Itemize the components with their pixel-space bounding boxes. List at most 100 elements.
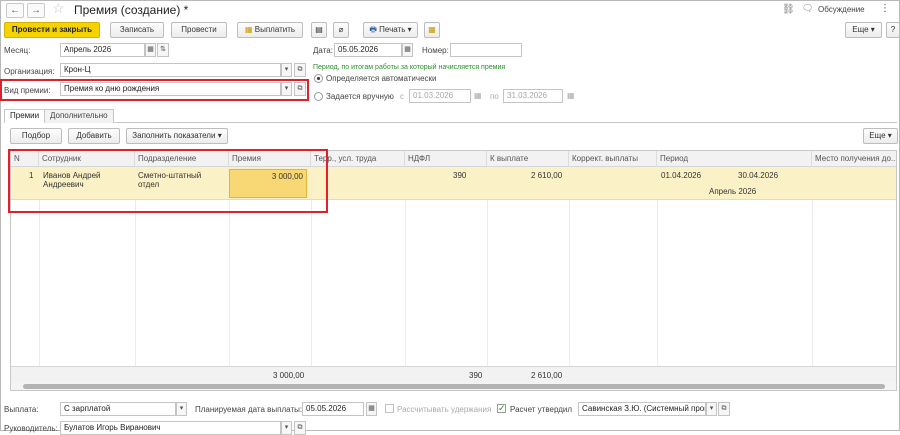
- radio-manual[interactable]: [314, 92, 323, 101]
- from-date-field[interactable]: 01.03.2026: [409, 89, 471, 103]
- add-button[interactable]: Добавить: [68, 128, 120, 144]
- discussion-link[interactable]: Обсуждение: [818, 5, 865, 14]
- tab-additional[interactable]: Дополнительно: [44, 109, 114, 123]
- back-arrow-icon: ←: [10, 5, 20, 16]
- month-stepper-icon[interactable]: ⇅: [157, 43, 169, 57]
- more-label: Еще: [852, 25, 869, 34]
- payout-field[interactable]: С зарплатой: [60, 402, 176, 416]
- tabs-divider: [4, 122, 897, 123]
- col-place[interactable]: Место получения до...: [812, 151, 896, 167]
- chevron-down-icon[interactable]: ▾: [281, 63, 292, 77]
- manager-label: Руководитель:: [4, 424, 58, 433]
- favorite-star-icon[interactable]: ☆: [52, 0, 65, 17]
- forward-arrow-icon: →: [31, 5, 41, 16]
- chat-icon[interactable]: 🗨: [802, 3, 813, 14]
- annotation-highlight-table-row: [8, 149, 328, 213]
- back-button[interactable]: ←: [6, 3, 24, 18]
- tab-bonuses[interactable]: Премии: [4, 109, 46, 123]
- radio-auto-label: Определяется автоматически: [326, 74, 437, 83]
- col-payout[interactable]: К выплате: [487, 151, 569, 167]
- chevron-down-icon: ▾: [407, 25, 412, 34]
- bonus-type-field[interactable]: Премия ко дню рождения: [60, 82, 281, 96]
- col-ndfl[interactable]: НДФЛ: [405, 151, 487, 167]
- window-title: Премия (создание) *: [74, 3, 189, 17]
- chevron-down-icon: ▾: [217, 131, 222, 140]
- approver-field[interactable]: Савинская З.Ю. (Системный прог: [578, 402, 706, 416]
- post-and-close-button[interactable]: Провести и закрыть: [4, 22, 100, 38]
- planned-date-label: Планируемая дата выплаты:: [195, 405, 303, 414]
- to-date-field[interactable]: 31.03.2026: [503, 89, 563, 103]
- col-period[interactable]: Период: [657, 151, 812, 167]
- radio-auto[interactable]: [314, 74, 323, 83]
- attachment-button[interactable]: ⌀: [333, 22, 349, 38]
- report-button[interactable]: ▦: [424, 22, 440, 38]
- period-to: 30.04.2026: [738, 171, 779, 180]
- month-label: Месяц:: [4, 46, 31, 55]
- save-button[interactable]: Записать: [110, 22, 164, 38]
- total-bonus: 3 000,00: [273, 371, 305, 380]
- chevron-down-icon: ▾: [887, 131, 892, 140]
- open-icon[interactable]: ⧉: [718, 402, 730, 416]
- fill-indicators-button[interactable]: Заполнить показатели ▾: [126, 128, 228, 144]
- open-icon[interactable]: ⧉: [294, 82, 306, 96]
- manager-field[interactable]: Булатов Игорь Виранович: [60, 421, 281, 435]
- more-button[interactable]: Еще ▾: [845, 22, 882, 38]
- date-field[interactable]: 05.05.2026: [334, 43, 402, 57]
- help-button[interactable]: ?: [886, 22, 900, 38]
- col-correction[interactable]: Коррект. выплаты: [569, 151, 657, 167]
- period-note: Период, по итогам работы за который начи…: [313, 64, 506, 71]
- calc-approved-checkbox[interactable]: ✓: [497, 404, 506, 413]
- calc-approved-label: Расчет утвердил: [510, 405, 573, 414]
- printer-icon: 🖶: [369, 25, 377, 34]
- paperclip-icon: ⌀: [338, 25, 344, 34]
- payout-value: 2 610,00: [531, 171, 563, 180]
- open-icon[interactable]: ⧉: [294, 63, 306, 77]
- table-more-button[interactable]: Еще ▾: [863, 128, 898, 144]
- number-field[interactable]: [450, 43, 522, 57]
- chevron-down-icon: ▾: [870, 25, 875, 34]
- total-ndfl: 390: [469, 371, 483, 380]
- pay-icon: ▦: [244, 25, 253, 34]
- more-menu-icon[interactable]: ⋮: [880, 3, 890, 14]
- open-icon[interactable]: ⧉: [294, 421, 306, 435]
- print-label: Печать: [379, 25, 406, 34]
- ndfl-value: 390: [453, 171, 467, 180]
- calendar-icon[interactable]: ▦: [567, 91, 575, 100]
- calendar-icon[interactable]: ▦: [402, 43, 413, 57]
- pay-label: Выплатить: [254, 25, 296, 34]
- horizontal-scrollbar[interactable]: [11, 382, 896, 390]
- print-button[interactable]: 🖶 Печать ▾: [363, 22, 418, 38]
- scrollbar-thumb[interactable]: [23, 384, 885, 389]
- forward-button[interactable]: →: [27, 3, 45, 18]
- from-label: с: [400, 92, 404, 101]
- organization-field[interactable]: Крон-Ц: [60, 63, 281, 77]
- document-button[interactable]: ▤: [311, 22, 327, 38]
- month-field[interactable]: Апрель 2026: [60, 43, 145, 57]
- post-button[interactable]: Провести: [171, 22, 227, 38]
- report-icon: ▦: [428, 25, 436, 34]
- chevron-down-icon[interactable]: ▾: [706, 402, 717, 416]
- document-icon: ▤: [315, 25, 323, 34]
- chevron-down-icon[interactable]: ▾: [281, 82, 292, 96]
- organization-label: Организация:: [4, 67, 55, 76]
- chevron-down-icon[interactable]: ▾: [176, 402, 187, 416]
- calendar-icon[interactable]: ▦: [366, 402, 377, 416]
- chevron-down-icon[interactable]: ▾: [281, 421, 292, 435]
- period-month: Апрель 2026: [709, 187, 757, 196]
- calc-deductions-checkbox[interactable]: [385, 404, 394, 413]
- date-label: Дата:: [313, 46, 333, 55]
- number-label: Номер:: [422, 46, 449, 55]
- total-payout: 2 610,00: [531, 371, 563, 380]
- pay-button[interactable]: ▦ Выплатить: [237, 22, 303, 38]
- table-totals: 3 000,00 390 2 610,00: [11, 366, 896, 382]
- to-label: по: [490, 92, 499, 101]
- select-button[interactable]: Подбор: [10, 128, 62, 144]
- checkmark-icon: ✓: [498, 403, 506, 413]
- link-icon[interactable]: ⛓: [782, 4, 795, 15]
- calendar-icon[interactable]: ▦: [145, 43, 156, 57]
- radio-manual-label: Задается вручную: [326, 92, 394, 101]
- calc-deductions-label: Рассчитывать удержания: [397, 405, 492, 414]
- period-from: 01.04.2026: [661, 171, 702, 180]
- calendar-icon[interactable]: ▦: [474, 91, 482, 100]
- planned-date-field[interactable]: 05.05.2026: [302, 402, 364, 416]
